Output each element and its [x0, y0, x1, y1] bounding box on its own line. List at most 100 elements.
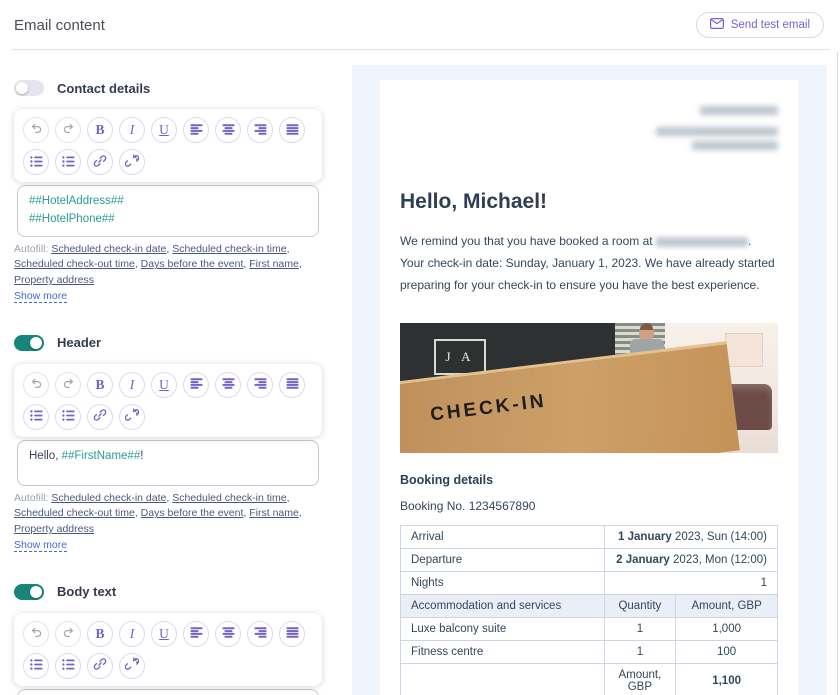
contact-details-toggle[interactable] — [14, 80, 44, 96]
section-label: Header — [57, 335, 102, 351]
autofill-link-scheduled-check-out-time[interactable]: Scheduled check-out time — [14, 258, 135, 270]
align-left-button[interactable] — [183, 117, 209, 143]
autofill-link-first-name[interactable]: First name — [249, 258, 299, 270]
underline-button[interactable]: U — [151, 620, 177, 647]
separator: , — [298, 258, 302, 271]
row-value: 2 January 2023, Mon (12:00) — [603, 547, 779, 572]
link-button[interactable] — [87, 652, 113, 679]
photo-shelf — [725, 332, 763, 367]
intro-text: We remind you that you have booked a roo… — [400, 234, 656, 248]
undo-button[interactable] — [23, 371, 49, 398]
undo-button[interactable] — [23, 620, 49, 647]
total-label: Amount, GBP — [603, 662, 677, 695]
autofill-link-scheduled-check-in-time[interactable]: Scheduled check-in time — [172, 243, 286, 255]
redo-button[interactable] — [55, 117, 81, 143]
toolbar-row-1: B I U — [23, 620, 313, 647]
envelope-icon — [709, 18, 724, 32]
body-text-editor[interactable]: We remind you that you have booked a roo… — [17, 688, 319, 695]
redo-button[interactable] — [55, 620, 81, 647]
italic-icon: I — [129, 122, 135, 138]
undo-button[interactable] — [23, 117, 49, 143]
photo-ja-sign: J A — [434, 339, 487, 376]
align-center-button[interactable] — [215, 620, 241, 647]
align-center-button[interactable] — [215, 117, 241, 143]
unordered-list-button[interactable] — [23, 403, 49, 430]
undo-icon — [30, 122, 43, 138]
ordered-list-button[interactable] — [55, 652, 81, 679]
autofill-link-days-before-the-event[interactable]: Days before the event — [141, 258, 244, 270]
italic-button[interactable]: I — [119, 620, 145, 647]
ordered-list-button[interactable] — [55, 149, 81, 175]
align-justify-button[interactable] — [279, 371, 305, 398]
header-text-end: ! — [140, 449, 144, 462]
ordered-list-button[interactable] — [55, 403, 81, 430]
autofill-link-scheduled-check-in-date[interactable]: Scheduled check-in date — [51, 243, 166, 255]
first-name-token: ##FirstName## — [61, 449, 141, 462]
table-row-arrival: Arrival 1 January 2023, Sun (14:00) — [400, 524, 779, 549]
table-row-departure: Departure 2 January 2023, Mon (12:00) — [400, 547, 779, 572]
italic-button[interactable]: I — [119, 371, 145, 398]
bold-button[interactable]: B — [87, 371, 113, 398]
separator: , — [166, 491, 170, 504]
table-header-row: Accommodation and services Quantity Amou… — [400, 593, 778, 618]
booking-number: Booking No. 1234567890 — [400, 498, 536, 513]
section-contact-details: Contact details B I U ##HotelAddress## #… — [14, 80, 352, 305]
email-preview-card: Hello, Michael! We remind you that you h… — [380, 80, 798, 695]
body-text-toggle[interactable] — [14, 583, 44, 600]
header-toggle[interactable] — [14, 334, 44, 351]
undo-icon — [30, 377, 43, 393]
align-center-icon — [222, 123, 235, 138]
align-right-icon — [254, 377, 267, 392]
page-header: Email content Send test email — [0, 0, 840, 50]
bold-button[interactable]: B — [87, 620, 113, 647]
align-right-button[interactable] — [247, 371, 273, 398]
toggle-knob — [30, 336, 42, 349]
unlink-button[interactable] — [119, 403, 145, 430]
align-center-button[interactable] — [215, 371, 241, 398]
section-header: Body text — [14, 583, 352, 600]
underline-button[interactable]: U — [151, 371, 177, 398]
align-left-button[interactable] — [183, 620, 209, 647]
unordered-list-button[interactable] — [23, 149, 49, 175]
send-test-email-button[interactable]: Send test email — [695, 12, 824, 38]
autofill-link-property-address[interactable]: Property address — [14, 523, 94, 535]
unlink-button[interactable] — [119, 149, 145, 175]
bold-button[interactable]: B — [87, 117, 113, 143]
section-header-text: Header B I U Hello, ##FirstName##! Autof… — [14, 334, 352, 554]
unlink-button[interactable] — [119, 652, 145, 679]
autofill-link-scheduled-check-in-date[interactable]: Scheduled check-in date — [51, 492, 166, 504]
underline-button[interactable]: U — [151, 117, 177, 143]
autofill-link-scheduled-check-in-time[interactable]: Scheduled check-in time — [172, 492, 286, 504]
link-button[interactable] — [87, 149, 113, 175]
align-justify-button[interactable] — [279, 117, 305, 143]
autofill-link-first-name[interactable]: First name — [249, 507, 299, 519]
unordered-list-icon — [29, 658, 43, 673]
row-value: 1 January 2023, Sun (14:00) — [603, 524, 779, 549]
toolbar-row-1: B I U — [23, 117, 313, 143]
section-label: Body text — [57, 584, 117, 600]
redacted-hotel-name — [655, 236, 748, 247]
autofill-label: Autofill: — [14, 242, 49, 255]
align-right-button[interactable] — [247, 620, 273, 647]
checkin-photo: J A CHECK-IN — [400, 322, 778, 453]
autofill-link-scheduled-check-out-time[interactable]: Scheduled check-out time — [14, 507, 135, 519]
align-left-button[interactable] — [183, 371, 209, 398]
autofill-link-days-before-the-event[interactable]: Days before the event — [141, 507, 244, 519]
link-icon — [93, 657, 107, 674]
show-more-link[interactable]: Show more — [14, 539, 68, 553]
rich-text-toolbar: B I U — [14, 109, 322, 182]
align-justify-button[interactable] — [279, 620, 305, 647]
bold-icon: B — [95, 625, 105, 641]
autofill-link-property-address[interactable]: Property address — [14, 274, 94, 286]
unordered-list-button[interactable] — [23, 652, 49, 679]
contact-details-editor[interactable]: ##HotelAddress## ##HotelPhone## — [17, 185, 319, 237]
bold-icon: B — [95, 376, 105, 392]
show-more-link[interactable]: Show more — [14, 290, 68, 304]
italic-button[interactable]: I — [119, 117, 145, 143]
link-button[interactable] — [87, 403, 113, 430]
separator: , — [134, 258, 138, 271]
unlink-icon — [124, 408, 140, 425]
header-editor[interactable]: Hello, ##FirstName##! — [17, 439, 319, 486]
redo-button[interactable] — [55, 371, 81, 398]
align-right-button[interactable] — [247, 117, 273, 143]
